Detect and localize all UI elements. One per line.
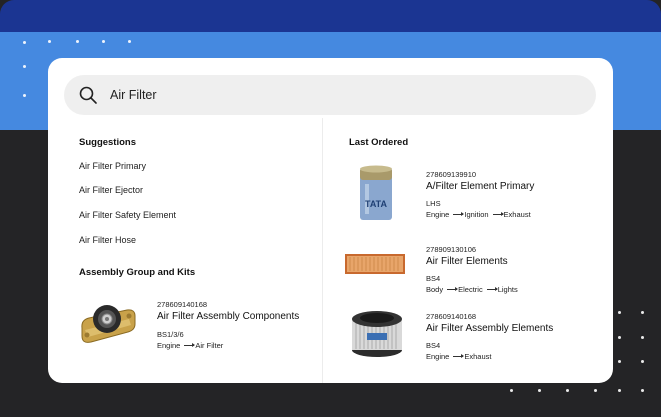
part-category-path: Engine Ignition Exhaust bbox=[426, 210, 531, 219]
cylinder-filter-icon: TATA bbox=[360, 165, 392, 220]
last-ordered-item[interactable]: 278609140168 Air Filter Assembly Element… bbox=[323, 303, 613, 369]
part-spec: LHS bbox=[426, 199, 441, 208]
part-spec: BS1/3/6 bbox=[157, 330, 184, 339]
last-ordered-item[interactable]: 278909130106 Air Filter Elements BS4 Bod… bbox=[323, 236, 613, 298]
part-number: 278609140168 bbox=[157, 300, 208, 309]
decorative-dots-left bbox=[0, 0, 48, 130]
part-number: 278609139910 bbox=[426, 170, 477, 179]
svg-text:TATA: TATA bbox=[365, 199, 387, 209]
arrow-right-icon bbox=[447, 287, 459, 291]
part-name: Air Filter Assembly Components bbox=[157, 311, 300, 322]
path-segment: Engine bbox=[426, 210, 450, 219]
search-bar[interactable] bbox=[64, 75, 596, 115]
path-segment: Body bbox=[426, 285, 444, 294]
arrow-right-icon bbox=[184, 343, 196, 347]
path-segment: Exhaust bbox=[503, 210, 531, 219]
assembly-title: Assembly Group and Kits bbox=[79, 267, 196, 278]
search-input[interactable] bbox=[110, 84, 570, 106]
part-name: A/Filter Element Primary bbox=[426, 181, 535, 192]
arrow-right-icon bbox=[453, 354, 465, 358]
assembly-item[interactable]: 278609140168 Air Filter Assembly Compone… bbox=[48, 290, 322, 360]
suggestion-item[interactable]: Air Filter Hose bbox=[79, 235, 136, 245]
decorative-dots-top bbox=[48, 30, 608, 50]
oval-filter-icon bbox=[352, 311, 402, 357]
path-segment: Lights bbox=[497, 285, 518, 294]
path-segment: Engine bbox=[157, 341, 181, 350]
bearing-icon bbox=[81, 305, 136, 343]
suggestions-title: Suggestions bbox=[79, 137, 137, 148]
part-spec: BS4 bbox=[426, 341, 441, 350]
part-number: 278909130106 bbox=[426, 245, 477, 254]
last-ordered-item[interactable]: TATA 278609139910 A/Filter Element Prima… bbox=[323, 161, 613, 227]
part-category-path: Engine Exhaust bbox=[426, 352, 491, 361]
search-results-card: Suggestions Air Filter Primary Air Filte… bbox=[48, 58, 613, 383]
suggestion-item[interactable]: Air Filter Primary bbox=[79, 161, 146, 171]
panel-filter-icon bbox=[345, 254, 405, 274]
path-segment: Electric bbox=[458, 285, 483, 294]
suggestion-item[interactable]: Air Filter Ejector bbox=[79, 185, 143, 195]
header-band bbox=[0, 0, 661, 32]
part-spec: BS4 bbox=[426, 274, 441, 283]
arrow-right-icon bbox=[453, 212, 465, 216]
part-category-path: Engine Air Filter bbox=[157, 341, 223, 350]
part-category-path: Body Electric Lights bbox=[426, 285, 518, 294]
path-segment: Engine bbox=[426, 352, 450, 361]
arrow-right-icon bbox=[486, 287, 498, 291]
path-segment: Ignition bbox=[464, 210, 489, 219]
arrow-right-icon bbox=[492, 212, 504, 216]
path-segment: Air Filter bbox=[195, 341, 224, 350]
search-icon[interactable] bbox=[78, 85, 98, 105]
last-ordered-title: Last Ordered bbox=[349, 137, 409, 148]
part-number: 278609140168 bbox=[426, 312, 477, 321]
part-name: Air Filter Elements bbox=[426, 256, 508, 267]
suggestion-item[interactable]: Air Filter Safety Element bbox=[79, 210, 176, 220]
part-name: Air Filter Assembly Elements bbox=[426, 323, 554, 334]
path-segment: Exhaust bbox=[464, 352, 492, 361]
